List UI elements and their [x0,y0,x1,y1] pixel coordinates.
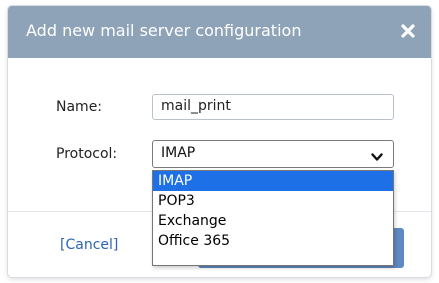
chevron-down-icon [371,150,383,166]
protocol-label: Protocol: [56,146,118,162]
protocol-select[interactable]: IMAP [152,140,394,168]
protocol-option-imap[interactable]: IMAP [153,171,393,191]
protocol-option-exchange[interactable]: Exchange [153,211,393,231]
dialog-titlebar: Add new mail server configuration [8,6,431,58]
name-label: Name: [56,99,103,115]
name-input[interactable]: mail_print [152,94,394,120]
cancel-link[interactable]: [Cancel] [60,237,118,253]
dialog-title: Add new mail server configuration [26,21,302,40]
protocol-option-pop3[interactable]: POP3 [153,191,393,211]
protocol-dropdown-list: IMAP POP3 Exchange Office 365 [152,170,394,266]
protocol-selected-value: IMAP [161,145,196,161]
protocol-option-office365[interactable]: Office 365 [153,231,393,251]
close-icon[interactable] [399,22,417,40]
